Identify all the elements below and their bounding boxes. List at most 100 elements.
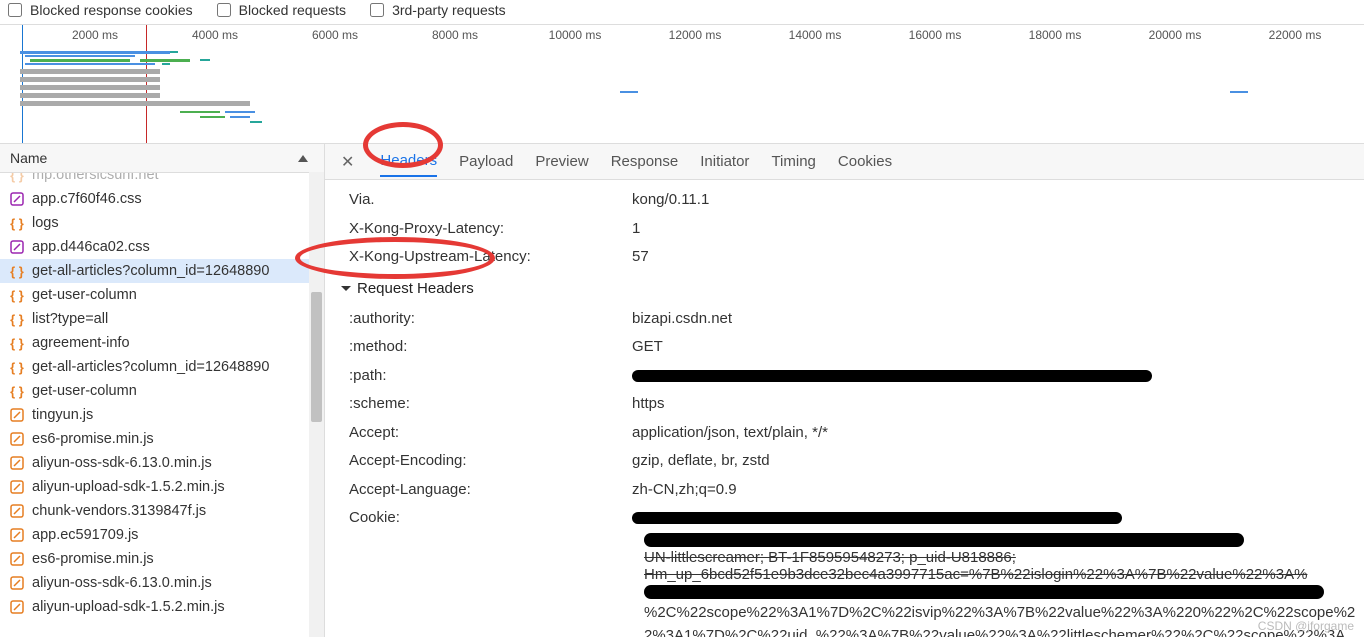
tick: 22000 ms xyxy=(1269,28,1322,42)
js-file-icon xyxy=(10,408,24,422)
js-file-icon xyxy=(10,456,24,470)
header-value: gzip, deflate, br, zstd xyxy=(632,450,1360,473)
filter-blocked-requests[interactable]: Blocked requests xyxy=(217,2,346,18)
request-row[interactable]: { } get-all-articles?column_id=12648890 xyxy=(0,259,324,283)
request-name: logs xyxy=(32,215,59,231)
request-name: tingyun.js xyxy=(32,407,93,423)
network-timeline[interactable]: 2000 ms 4000 ms 6000 ms 8000 ms 10000 ms… xyxy=(0,24,1364,144)
header-row: :authority:bizapi.csdn.net xyxy=(337,305,1360,334)
redacted-value xyxy=(632,512,1122,524)
scrollbar[interactable] xyxy=(309,172,324,637)
js-file-icon xyxy=(10,480,24,494)
cookie-strike-line: Hm_up_6bcd52f51e9b3dce32bec4a3997715ac=%… xyxy=(644,566,1360,583)
close-icon[interactable]: ✕ xyxy=(337,152,358,172)
checkbox-3rd-party-requests[interactable] xyxy=(370,3,384,17)
request-row[interactable]: aliyun-upload-sdk-1.5.2.min.js xyxy=(0,595,324,619)
checkbox-blocked-response-cookies[interactable] xyxy=(8,3,22,17)
tick: 14000 ms xyxy=(789,28,842,42)
watermark: CSDN @jforgame xyxy=(1258,619,1354,633)
request-name: get-user-column xyxy=(32,383,137,399)
header-row: Accept:application/json, text/plain, */* xyxy=(337,419,1360,448)
timeline-ticks: 2000 ms 4000 ms 6000 ms 8000 ms 10000 ms… xyxy=(0,25,1364,47)
tab-cookies[interactable]: Cookies xyxy=(838,147,892,176)
filter-3rd-party-requests[interactable]: 3rd-party requests xyxy=(370,2,506,18)
request-row[interactable]: { }mp.othersicsunf.net xyxy=(0,173,324,187)
tab-response[interactable]: Response xyxy=(611,147,679,176)
header-value xyxy=(632,365,1360,388)
request-row[interactable]: tingyun.js xyxy=(0,403,324,427)
request-name: app.d446ca02.css xyxy=(32,239,150,255)
tick: 2000 ms xyxy=(72,28,118,42)
js-file-icon xyxy=(10,432,24,446)
scrollbar-thumb[interactable] xyxy=(311,292,322,422)
request-name: get-all-articles?column_id=12648890 xyxy=(32,263,269,279)
name-column-header[interactable]: Name xyxy=(0,144,324,173)
request-name: aliyun-upload-sdk-1.5.2.min.js xyxy=(32,479,225,495)
header-value: application/json, text/plain, */* xyxy=(632,422,1360,445)
requests-list[interactable]: { }mp.othersicsunf.netapp.c7f60f46.css{ … xyxy=(0,173,324,637)
request-name: app.ec591709.js xyxy=(32,527,138,543)
request-row[interactable]: app.ec591709.js xyxy=(0,523,324,547)
sort-asc-icon xyxy=(298,155,308,162)
header-name: :path: xyxy=(337,365,632,388)
header-value: bizapi.csdn.net xyxy=(632,308,1360,331)
tick: 10000 ms xyxy=(549,28,602,42)
header-name: X-Kong-Proxy-Latency: xyxy=(337,218,632,241)
js-file-icon xyxy=(10,576,24,590)
request-row[interactable]: aliyun-upload-sdk-1.5.2.min.js xyxy=(0,475,324,499)
tab-headers[interactable]: Headers xyxy=(380,146,437,177)
xhr-file-icon: { } xyxy=(10,336,24,350)
request-name: agreement-info xyxy=(32,335,130,351)
request-name: es6-promise.min.js xyxy=(32,431,154,447)
request-name: get-user-column xyxy=(32,287,137,303)
request-row[interactable]: { } get-user-column xyxy=(0,283,324,307)
xhr-file-icon: { } xyxy=(10,288,24,302)
filter-blocked-response-cookies[interactable]: Blocked response cookies xyxy=(8,2,193,18)
js-file-icon xyxy=(10,600,24,614)
header-name: Accept-Encoding: xyxy=(337,450,632,473)
section-label: Request Headers xyxy=(357,280,474,297)
requests-name-column: Name { }mp.othersicsunf.netapp.c7f60f46.… xyxy=(0,144,325,637)
request-row[interactable]: { }get-user-column xyxy=(0,379,324,403)
redacted-value xyxy=(632,370,1152,382)
header-row: Accept-Encoding:gzip, deflate, br, zstd xyxy=(337,447,1360,476)
css-file-icon xyxy=(10,240,24,254)
tab-payload[interactable]: Payload xyxy=(459,147,513,176)
request-name: chunk-vendors.3139847f.js xyxy=(32,503,206,519)
xhr-file-icon: { } xyxy=(10,216,24,230)
tab-timing[interactable]: Timing xyxy=(771,147,815,176)
header-value: zh-CN,zh;q=0.9 xyxy=(632,479,1360,502)
header-row: :scheme:https xyxy=(337,390,1360,419)
request-row[interactable]: aliyun-oss-sdk-6.13.0.min.js xyxy=(0,451,324,475)
request-row[interactable]: { } agreement-info xyxy=(0,331,324,355)
request-row[interactable]: es6-promise.min.js xyxy=(0,427,324,451)
tab-preview[interactable]: Preview xyxy=(535,147,588,176)
request-row[interactable]: { }list?type=all xyxy=(0,307,324,331)
request-row[interactable]: app.c7f60f46.css xyxy=(0,187,324,211)
request-row[interactable]: { }get-all-articles?column_id=12648890 xyxy=(0,355,324,379)
header-row: X-Kong-Upstream-Latency:57 xyxy=(337,243,1360,272)
request-row[interactable]: aliyun-oss-sdk-6.13.0.min.js xyxy=(0,571,324,595)
section-request-headers[interactable]: Request Headers xyxy=(337,272,1360,305)
header-name: :method: xyxy=(337,336,632,359)
header-name: :authority: xyxy=(337,308,632,331)
label: Blocked response cookies xyxy=(30,2,193,18)
request-row[interactable]: chunk-vendors.3139847f.js xyxy=(0,499,324,523)
request-name: get-all-articles?column_id=12648890 xyxy=(32,359,269,375)
header-name: X-Kong-Upstream-Latency: xyxy=(337,246,632,269)
checkbox-blocked-requests[interactable] xyxy=(217,3,231,17)
js-file-icon xyxy=(10,504,24,518)
request-row[interactable]: app.d446ca02.css xyxy=(0,235,324,259)
xhr-file-icon: { } xyxy=(10,264,24,278)
tab-initiator[interactable]: Initiator xyxy=(700,147,749,176)
filters-bar: Blocked response cookies Blocked request… xyxy=(0,0,1364,24)
xhr-file-icon: { } xyxy=(10,312,24,326)
header-row: :path: xyxy=(337,362,1360,391)
request-row[interactable]: es6-promise.min.js xyxy=(0,547,324,571)
header-row: :method:GET xyxy=(337,333,1360,362)
headers-body: Via. kong/0.11.1 X-Kong-Proxy-Latency:1X… xyxy=(325,180,1364,637)
request-row[interactable]: { } logs xyxy=(0,211,324,235)
header-value: https xyxy=(632,393,1360,416)
request-name: mp.othersicsunf.net xyxy=(32,173,159,183)
header-value: 57 xyxy=(632,246,1360,269)
